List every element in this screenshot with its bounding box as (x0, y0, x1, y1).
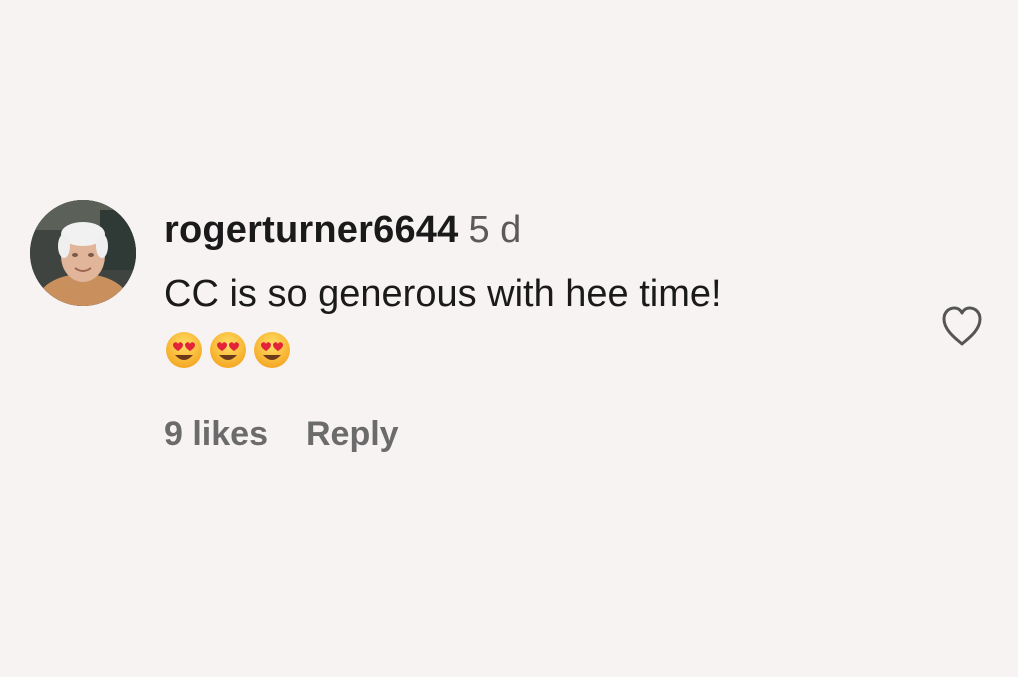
heart-eyes-emoji-icon (210, 332, 246, 368)
like-button[interactable] (936, 300, 988, 352)
heart-eyes-emoji-icon (166, 332, 202, 368)
timestamp: 5 d (468, 209, 522, 251)
comment-text: CC is so generous with hee time! (164, 273, 722, 315)
heart-eyes-emoji-icon (254, 332, 290, 368)
avatar-photo (30, 200, 136, 306)
comment-meta: 9 likes Reply (164, 412, 399, 456)
reply-button[interactable]: Reply (306, 412, 399, 456)
screenshot-frame: rogerturner6644 5 d CC is so generous wit… (0, 0, 1024, 683)
avatar[interactable] (30, 200, 136, 306)
comment: rogerturner6644 5 d CC is so generous wit… (30, 200, 1000, 480)
emoji-row (164, 330, 292, 370)
username[interactable]: rogerturner6644 (164, 209, 458, 251)
likes-count[interactable]: 9 likes (164, 412, 268, 456)
comment-header: rogerturner6644 5 d (164, 206, 521, 254)
heart-outline-icon (942, 306, 982, 346)
